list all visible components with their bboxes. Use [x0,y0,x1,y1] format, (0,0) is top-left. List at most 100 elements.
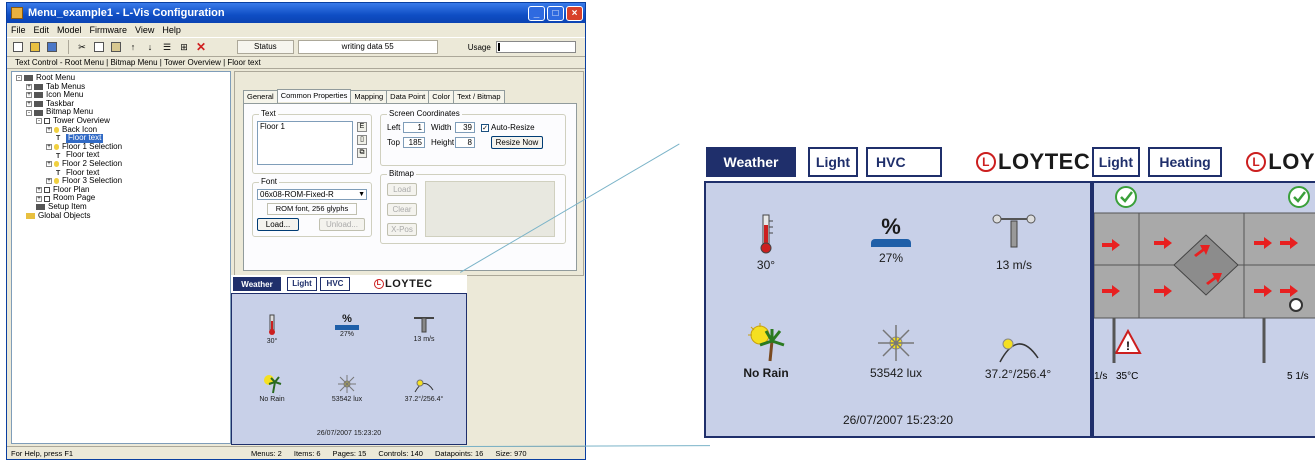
weather-datetime: 26/07/2007 15:23:20 [842,413,954,427]
expand-icon[interactable]: + [26,92,32,99]
preview-body: 30° % 27% 13 m/s No Rain 53542 lux 37.2°… [231,293,467,445]
tab-data-point[interactable]: Data Point [386,90,430,103]
height-input[interactable]: 8 [455,137,475,148]
sun-position-value: 37.2°/256.4° [984,367,1052,381]
collapse-icon[interactable]: - [16,75,22,82]
text-copy-icon[interactable]: ⧉ [357,148,367,158]
tab-hvc[interactable]: HVC [866,147,942,177]
expand-icon[interactable]: + [46,178,52,185]
autoresize-label: Auto-Resize [491,123,535,132]
preview-wind-value: 13 m/s [413,336,435,343]
bitmap-clear-button[interactable]: Clear [387,203,417,216]
preview-rain-value: No Rain [259,396,285,403]
resize-now-button[interactable]: Resize Now [491,136,543,149]
text-icon: T [56,152,61,160]
new-file-icon[interactable] [11,40,25,54]
size-count: Size: 970 [495,448,527,458]
tree-item[interactable]: - Tower Overview [12,116,230,126]
text-input[interactable]: Floor 1 [257,121,353,165]
menu-icon [34,101,43,108]
maximize-button[interactable]: □ [547,5,564,21]
tree-item[interactable]: + Room Page [12,194,230,203]
menu-view[interactable]: View [135,25,154,35]
anemometer-icon [992,214,1036,248]
menu-help[interactable]: Help [162,25,181,35]
temperature-value-hvac: 35°C [1116,371,1139,382]
tab-color[interactable]: Color [428,90,455,103]
minimize-button[interactable]: _ [528,5,545,21]
preview-tab-weather[interactable]: Weather [233,277,281,291]
tree-item[interactable]: + Floor 1 Selection [12,142,230,152]
tab-mapping[interactable]: Mapping [350,90,388,103]
tree-item[interactable]: + Taskbar [12,99,230,109]
tab-general[interactable]: General [243,90,278,103]
tree-item[interactable]: + Floor Plan [12,185,230,195]
weather-panel: Weather Light HVC L LOYTEC 30° % 27% 13 m… [704,143,1092,438]
tab-heating[interactable]: Heating [1147,147,1223,177]
expand-icon[interactable]: + [36,187,42,194]
tree-item[interactable]: Global Objects [12,210,230,221]
expand-icon[interactable]: + [36,195,42,202]
tab-light[interactable]: Light [808,147,858,177]
app-icon [11,7,23,19]
tab-light[interactable]: Light [1092,147,1140,177]
font-select-value: 06x08-ROM-Fixed-R [260,190,334,199]
loytec-logo-text: LOYTEC [998,149,1091,174]
width-input[interactable]: 39 [455,122,475,133]
menu-icon [34,83,43,90]
tree-item[interactable]: - Root Menu [12,73,230,83]
move-down-icon[interactable]: ↓ [143,40,157,54]
tree-item[interactable]: + Back Icon [12,125,230,135]
preview-tab-light[interactable]: Light [287,277,317,291]
unload-font-button[interactable]: Unload... [319,218,365,231]
bitmap-load-button[interactable]: Load [387,183,417,196]
collapse-icon[interactable]: - [36,118,42,125]
menu-edit[interactable]: Edit [34,25,50,35]
font-select[interactable]: 06x08-ROM-Fixed-R ▼ [257,189,367,200]
bitmap-xpos-button[interactable]: X-Pos [387,223,417,236]
autoresize-checkbox[interactable]: ✓ Auto-Resize [481,123,535,132]
tree-item[interactable]: + Icon Menu [12,91,230,100]
menu-bar: File Edit Model Firmware View Help [7,23,585,37]
preview-wind: 13 m/s [402,314,446,343]
expand-icon[interactable]: + [26,101,32,108]
tree-item[interactable]: + Tab Menus [12,82,230,92]
tree-item-label: Global Objects [38,210,91,220]
tab-common-properties[interactable]: Common Properties [276,89,352,102]
paste-icon[interactable] [109,40,123,54]
load-font-button[interactable]: Load... [257,218,299,231]
properties-icon[interactable]: ☰ [160,40,174,54]
usage-fill [497,43,500,51]
move-up-icon[interactable]: ↑ [126,40,140,54]
expand-icon[interactable]: + [26,83,32,90]
menu-tree[interactable]: - Root Menu + Tab Menus + Icon Menu + Taskbar - B… [11,71,231,444]
breadcrumb: Text Control - Root Menu | Bitmap Menu |… [7,57,585,69]
preview-rain: No Rain [247,374,297,403]
expand-icon[interactable]: + [46,126,52,133]
text-icon: T [56,169,61,177]
tab-text-bitmap[interactable]: Text / Bitmap [453,90,505,103]
tree-item[interactable]: + Floor 3 Selection [12,177,230,186]
copy-icon[interactable] [92,40,106,54]
text-edit-icon[interactable]: E [357,122,367,132]
close-button[interactable]: × [566,5,583,21]
tab-weather[interactable]: Weather [706,147,796,177]
collapse-icon[interactable]: - [26,109,32,116]
left-input[interactable]: 1 [403,122,425,133]
preview-tab-hvc[interactable]: HVC [320,277,350,291]
save-icon[interactable] [45,40,59,54]
menu-model[interactable]: Model [57,25,82,35]
menu-file[interactable]: File [11,25,26,35]
top-input[interactable]: 185 [403,137,425,148]
menu-firmware[interactable]: Firmware [90,25,128,35]
coordinates-group-label: Screen Coordinates [387,109,462,118]
expand-icon[interactable]: + [46,161,52,168]
text-trash-icon[interactable]: ▯ [357,135,367,145]
delete-icon[interactable]: ✕ [194,40,208,54]
grid-icon[interactable]: ⊞ [177,40,191,54]
tree-item[interactable]: - Bitmap Menu [12,108,230,117]
tree-item[interactable]: + Floor 2 Selection [12,159,230,169]
expand-icon[interactable]: + [46,144,52,151]
cut-icon[interactable]: ✂ [75,40,89,54]
open-folder-icon[interactable] [28,40,42,54]
